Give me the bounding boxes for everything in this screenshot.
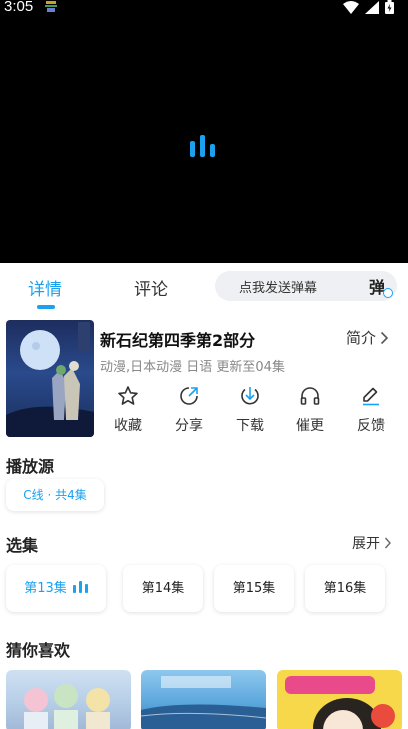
chevron-right-icon	[380, 331, 389, 344]
intro-button[interactable]: 简介	[346, 327, 389, 348]
tab-active-indicator	[37, 305, 55, 309]
episode-item[interactable]: 第16集	[305, 565, 385, 612]
app-notification-icon	[45, 1, 57, 12]
detail-tabs: 详情 评论 点我发送弹幕 弹	[0, 263, 408, 309]
recommend-card[interactable]	[141, 670, 266, 729]
wifi-icon	[343, 0, 359, 14]
recommend-card[interactable]	[6, 670, 131, 729]
loading-indicator	[190, 133, 218, 157]
poster-image[interactable]	[6, 320, 94, 437]
episodes-title: 选集	[6, 536, 39, 555]
recommend-card[interactable]	[277, 670, 402, 729]
expand-label: 展开	[352, 536, 380, 552]
intro-label: 简介	[346, 329, 377, 347]
source-title: 播放源	[6, 457, 55, 476]
share-button[interactable]: 分享	[159, 384, 219, 435]
video-player[interactable]: 3:05	[0, 0, 408, 263]
star-icon	[118, 386, 138, 405]
recommend-title: 猜你喜欢	[6, 641, 71, 660]
danmaku-placeholder: 点我发送弹幕	[239, 281, 318, 296]
battery-icon	[385, 0, 394, 14]
favorite-button[interactable]: 收藏	[98, 384, 158, 435]
episode-item[interactable]: 第14集	[123, 565, 203, 612]
download-button[interactable]: 下载	[220, 384, 280, 435]
feedback-button[interactable]: 反馈	[341, 384, 401, 435]
source-chip[interactable]: C线 · 共4集	[6, 479, 104, 511]
danmaku-input[interactable]: 点我发送弹幕 弹	[215, 271, 397, 301]
now-playing-icon	[72, 581, 88, 593]
tab-comment[interactable]: 评论	[134, 275, 168, 300]
chevron-right-icon	[384, 537, 391, 549]
action-row: 收藏 分享 下载 催更 反馈	[100, 384, 400, 440]
tab-detail[interactable]: 详情	[28, 275, 62, 300]
urge-update-button[interactable]: 催更	[280, 384, 340, 435]
share-icon	[180, 387, 198, 405]
show-title: 新石纪第四季第2部分	[100, 331, 256, 350]
episode-item[interactable]: 第15集	[214, 565, 294, 612]
download-icon	[241, 387, 259, 405]
signal-icon	[365, 0, 379, 14]
danmaku-toggle-icon[interactable]: 弹	[369, 274, 393, 298]
status-bar: 3:05	[0, 0, 408, 16]
status-time: 3:05	[4, 0, 34, 15]
headphones-icon	[300, 387, 320, 405]
episode-item[interactable]: 第13集	[6, 565, 106, 612]
expand-button[interactable]: 展开	[352, 533, 392, 553]
edit-icon	[363, 387, 379, 406]
show-meta: 动漫,日本动漫 日语 更新至04集	[100, 360, 285, 375]
